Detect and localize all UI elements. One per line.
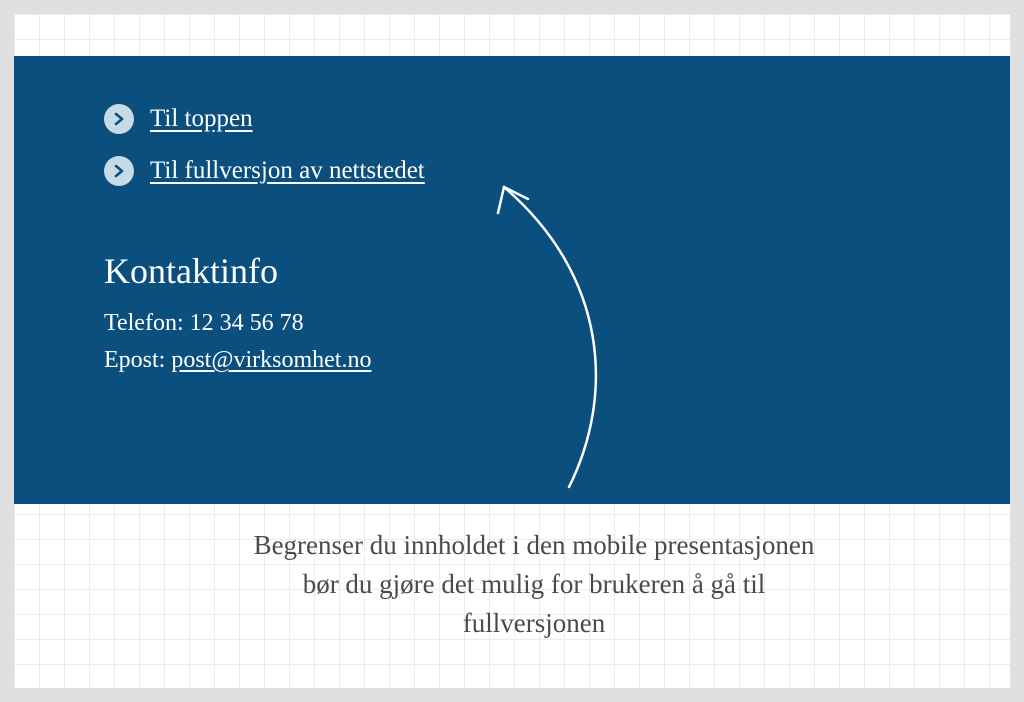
canvas: Til toppen Til fullversjon av nettstedet…: [14, 14, 1010, 688]
phone-value: 12 34 56 78: [190, 310, 304, 336]
chevron-right-icon: [104, 104, 134, 134]
nav-link-label: Til fullversjon av nettstedet: [150, 157, 425, 185]
email-label: Epost:: [104, 347, 165, 373]
nav-link-label: Til toppen: [150, 105, 253, 133]
nav-links: Til toppen Til fullversjon av nettstedet: [104, 104, 920, 186]
chevron-right-icon: [104, 156, 134, 186]
email-link[interactable]: post@virksomhet.no: [171, 347, 371, 373]
to-top-link[interactable]: Til toppen: [104, 104, 920, 134]
contact-email: Epost: post@virksomhet.no: [104, 347, 920, 374]
annotation-text: Begrenser du innholdet i den mobile pres…: [249, 526, 819, 643]
contact-heading: Kontaktinfo: [104, 250, 920, 292]
footer-panel: Til toppen Til fullversjon av nettstedet…: [14, 56, 1010, 504]
phone-label: Telefon:: [104, 310, 184, 336]
to-full-version-link[interactable]: Til fullversjon av nettstedet: [104, 156, 920, 186]
contact-phone: Telefon: 12 34 56 78: [104, 310, 920, 337]
